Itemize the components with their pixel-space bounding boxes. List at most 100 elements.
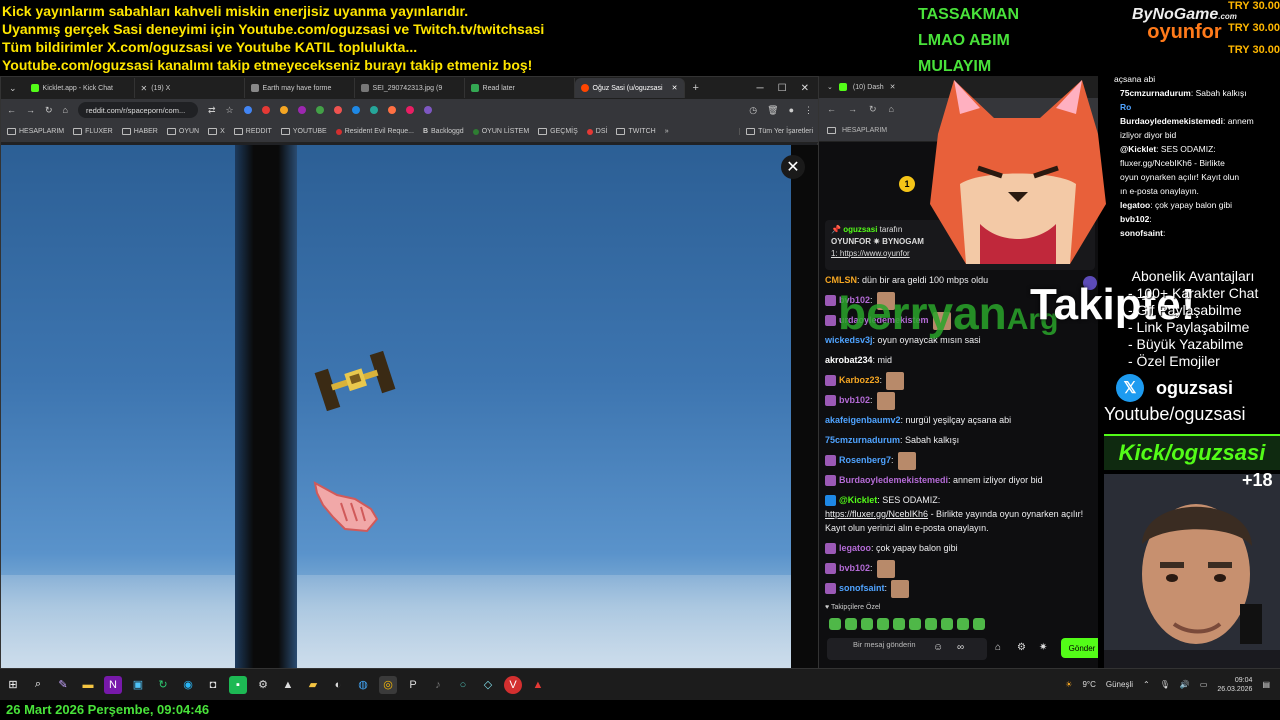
extension-icon[interactable] bbox=[243, 106, 252, 114]
chat-username[interactable]: akafeigenbaumv2 bbox=[825, 415, 901, 425]
emote-icon[interactable] bbox=[893, 618, 905, 630]
emote-icon[interactable] bbox=[909, 618, 921, 630]
chat-message[interactable]: akrobat234: mid bbox=[825, 350, 1098, 370]
emote-icon[interactable] bbox=[845, 618, 857, 630]
bookmark-item[interactable]: OYUN bbox=[166, 128, 199, 135]
edge-icon[interactable]: ◉ bbox=[179, 676, 197, 694]
tab-search-icon[interactable]: ⌄ bbox=[1, 83, 25, 94]
system-clock[interactable]: 09:04 26.03.2026 bbox=[1217, 676, 1252, 694]
browser-tab[interactable]: Kicklet.app - Kick Chat bbox=[25, 78, 135, 98]
file-explorer-icon[interactable]: ▬ bbox=[79, 676, 97, 694]
chat-link[interactable]: https://fluxer.gg/NcebIKh6 bbox=[825, 509, 928, 519]
notes-icon[interactable]: ▰ bbox=[304, 676, 322, 694]
extension-icon[interactable] bbox=[315, 106, 324, 114]
menu-icon[interactable]: ⋮ bbox=[804, 105, 813, 116]
sync-icon[interactable]: ○ bbox=[454, 676, 472, 694]
p-app-icon[interactable]: P bbox=[404, 676, 422, 694]
onenote-icon[interactable]: N bbox=[104, 675, 122, 694]
bookmark-item[interactable]: Resident Evil Reque... bbox=[335, 128, 414, 135]
globe-app-icon[interactable]: ◍ bbox=[354, 676, 372, 694]
bot-icon[interactable]: ✷ bbox=[1039, 642, 1047, 653]
emote-icon[interactable] bbox=[925, 618, 937, 630]
bookmark-star-icon[interactable]: ☆ bbox=[226, 105, 234, 116]
chat-app-icon[interactable]: ▪ bbox=[229, 675, 247, 694]
chevron-up-icon[interactable]: ⌃ bbox=[1143, 680, 1150, 689]
chat-message[interactable]: akafeigenbaumv2: nurgül yeşilçay açsana … bbox=[825, 410, 1098, 430]
back-icon[interactable]: ← bbox=[827, 104, 836, 114]
chat-username[interactable]: bvb102 bbox=[839, 395, 870, 405]
red-app-icon[interactable]: ▲ bbox=[529, 676, 547, 694]
close-viewer-button[interactable]: ✕ bbox=[781, 155, 805, 179]
translate-icon[interactable]: ⇄ bbox=[208, 105, 216, 116]
bookmark-item[interactable]: FLUXER bbox=[73, 128, 113, 135]
bookmark-item[interactable]: X bbox=[208, 128, 225, 135]
extension-icon[interactable] bbox=[387, 106, 396, 114]
chat-username[interactable]: sonofsaint bbox=[839, 583, 885, 593]
refresh-app-icon[interactable]: ↻ bbox=[154, 676, 172, 694]
history-icon[interactable]: ◷ bbox=[749, 105, 757, 116]
chat-message[interactable]: Rosenberg7: bbox=[825, 450, 1098, 470]
bookmark-item[interactable]: GEÇMİŞ bbox=[538, 128, 578, 135]
emote-icon[interactable] bbox=[861, 618, 873, 630]
chat-username[interactable]: Karboz23 bbox=[839, 375, 880, 385]
steam-icon[interactable]: ⚙ bbox=[254, 676, 272, 694]
close-tab-icon[interactable]: ✕ bbox=[890, 83, 896, 91]
emote-icon[interactable] bbox=[829, 618, 841, 630]
chat-message[interactable]: 75cmzurnadurum: Sabah kalkışı bbox=[825, 430, 1098, 450]
extension-icon[interactable] bbox=[297, 106, 306, 114]
coin-badge[interactable]: 1 bbox=[899, 176, 915, 192]
chat-username[interactable]: CMLSN bbox=[825, 275, 857, 285]
chrome-icon[interactable]: ◎ bbox=[379, 675, 397, 694]
chat-username[interactable]: akrobat234 bbox=[825, 355, 873, 365]
bookmark-item[interactable]: HABER bbox=[121, 128, 158, 135]
extension-icon[interactable] bbox=[333, 106, 342, 114]
settings-icon[interactable]: ⚙ bbox=[1017, 642, 1026, 653]
chat-username[interactable]: Burdaoyledemekistemedi bbox=[839, 475, 948, 485]
chat-message[interactable]: Karboz23: bbox=[825, 370, 1098, 390]
chat-message[interactable]: legatoo: çok yapay balon gibi bbox=[825, 538, 1098, 558]
emote-icon[interactable] bbox=[941, 618, 953, 630]
chat-username[interactable]: @Kicklet bbox=[839, 495, 877, 505]
reload-icon[interactable]: ↻ bbox=[45, 105, 53, 116]
chat-username[interactable]: legatoo bbox=[839, 543, 871, 553]
chat-message[interactable]: bvb102: bbox=[825, 558, 1098, 578]
volume-icon[interactable]: 🔊 bbox=[1180, 680, 1190, 689]
bookmark-item[interactable]: DSİ bbox=[586, 128, 607, 135]
more-bookmarks-icon[interactable]: » bbox=[665, 128, 669, 135]
bookmark-item[interactable]: REDDIT bbox=[233, 128, 272, 135]
gift-icon[interactable]: ⌂ bbox=[995, 642, 1001, 653]
mic-icon[interactable]: 🎙 bbox=[1160, 680, 1170, 689]
bot-message[interactable]: @Kicklet: SES ODAMIZ: https://fluxer.gg/N… bbox=[825, 493, 1098, 535]
chat-username[interactable]: 75cmzurnadurum bbox=[825, 435, 900, 445]
emote-icon[interactable] bbox=[973, 618, 985, 630]
close-window-icon[interactable]: ✕ bbox=[801, 83, 809, 94]
chat-tab[interactable]: (10) Dash bbox=[853, 84, 884, 91]
bookmark-item[interactable]: HESAPLARIM bbox=[842, 127, 887, 134]
weather-temp[interactable]: 9°C bbox=[1082, 680, 1095, 689]
tab-search-icon[interactable]: ⌄ bbox=[827, 83, 833, 91]
bookmark-item[interactable]: B Backloggd bbox=[423, 128, 464, 135]
emoji-icon[interactable]: ☺ bbox=[933, 642, 943, 653]
delete-icon[interactable]: 🗑 bbox=[767, 105, 778, 116]
browser-tab[interactable]: ✕ (19) X bbox=[135, 78, 245, 98]
chat-message[interactable]: sonofsaint: bbox=[825, 578, 1098, 598]
extension-icon[interactable] bbox=[279, 106, 288, 114]
triangle-app-icon[interactable]: ▲ bbox=[279, 676, 297, 694]
chat-message[interactable]: bvb102: bbox=[825, 390, 1098, 410]
monitor-app-icon[interactable]: ▣ bbox=[129, 676, 147, 694]
emote-icon[interactable] bbox=[957, 618, 969, 630]
browser-tab[interactable]: Read later bbox=[465, 78, 575, 98]
all-bookmarks[interactable]: Tüm Yer İşaretleri bbox=[739, 128, 813, 135]
start-icon[interactable]: ⊞ bbox=[4, 676, 22, 694]
browser-tab[interactable]: SEI_290742313.jpg (9 bbox=[355, 78, 465, 98]
extension-icon[interactable] bbox=[405, 106, 414, 114]
maximize-icon[interactable]: ☐ bbox=[778, 83, 787, 94]
bookmark-item[interactable]: OYUN LİSTEM bbox=[472, 128, 529, 135]
search-icon[interactable]: ⌕ bbox=[29, 676, 47, 694]
extension-icon[interactable] bbox=[423, 106, 432, 114]
minimize-icon[interactable]: ─ bbox=[757, 83, 764, 94]
vivaldi-icon[interactable]: V bbox=[504, 675, 522, 694]
network-icon[interactable]: ▭ bbox=[1200, 680, 1208, 689]
address-bar[interactable]: reddit.com/r/spaceporn/com... bbox=[77, 102, 198, 118]
pen-app-icon[interactable]: ✎ bbox=[54, 676, 72, 694]
